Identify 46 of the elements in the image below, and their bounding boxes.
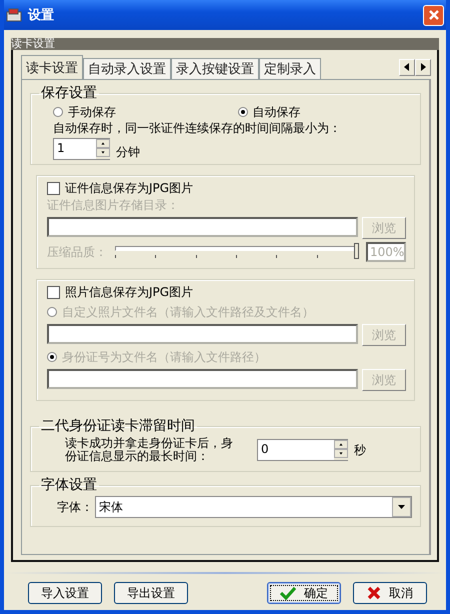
interval-label: 自动保存时，同一张证件连续保存的时间间隔最小为： (52, 120, 342, 136)
card-reader-icon (6, 8, 22, 22)
tab[interactable]: 自动录入设置 (83, 58, 171, 79)
window-title: 设置 (28, 7, 55, 24)
font-label: 字体： (57, 499, 93, 515)
panel-title: 读卡设置 (11, 38, 439, 50)
checkbox[interactable]: 证件信息保存为JPG图片 (47, 179, 406, 197)
input-field[interactable] (47, 217, 358, 237)
close-button[interactable] (423, 4, 444, 26)
quality-label: 压缩品质： (47, 244, 107, 260)
font-dropdown[interactable]: 宋体 (95, 496, 412, 518)
left-arrow-icon (404, 63, 410, 71)
right-arrow-icon (420, 63, 426, 71)
checkbox[interactable]: 照片信息保存为JPG图片 (47, 283, 406, 301)
quality-slider[interactable] (115, 242, 358, 262)
slider-thumb[interactable] (354, 243, 359, 259)
scroll-right-button[interactable] (415, 58, 431, 76)
spin-down-icon[interactable] (334, 449, 348, 458)
dwell-spinner[interactable]: 0 (257, 439, 348, 461)
unit-label: 分钟 (116, 144, 140, 160)
dropdown-arrow-icon[interactable] (398, 505, 405, 509)
tab[interactable]: 录入按键设置 (171, 58, 259, 79)
ok-button[interactable]: 确定 (267, 582, 341, 604)
directory-label: 证件信息图片存储目录： (47, 197, 180, 213)
footer-button[interactable]: 导入设置 (28, 582, 102, 604)
group-title: 字体设置 (40, 476, 98, 494)
dwell-label: 读卡成功并拿走身份证卡后，身份证信息显示的最长时间： (65, 437, 233, 463)
spin-down-icon[interactable] (96, 148, 110, 157)
spin-up-icon[interactable] (334, 440, 348, 449)
group-title: 二代身份证读卡滞留时间 (40, 417, 196, 435)
tab[interactable]: 读卡设置 (21, 55, 83, 79)
tab[interactable]: 定制录入 (259, 58, 321, 79)
footer-button[interactable]: 导出设置 (114, 582, 188, 604)
cross-icon (367, 586, 381, 600)
checkmark-icon (280, 586, 296, 600)
spin-up-icon[interactable] (96, 139, 110, 148)
input-field[interactable] (47, 324, 358, 344)
group-title: 保存设置 (40, 84, 98, 102)
close-icon (428, 9, 440, 21)
cancel-button[interactable]: 取消 (353, 582, 427, 604)
radio-option[interactable]: 手动保存 (43, 104, 228, 120)
scroll-left-button[interactable] (399, 58, 415, 76)
interval-spinner[interactable]: 1 (53, 138, 110, 160)
unit-label: 秒 (354, 442, 366, 458)
radio-option[interactable]: 自动保存 (228, 104, 412, 120)
input-field[interactable] (47, 369, 358, 389)
